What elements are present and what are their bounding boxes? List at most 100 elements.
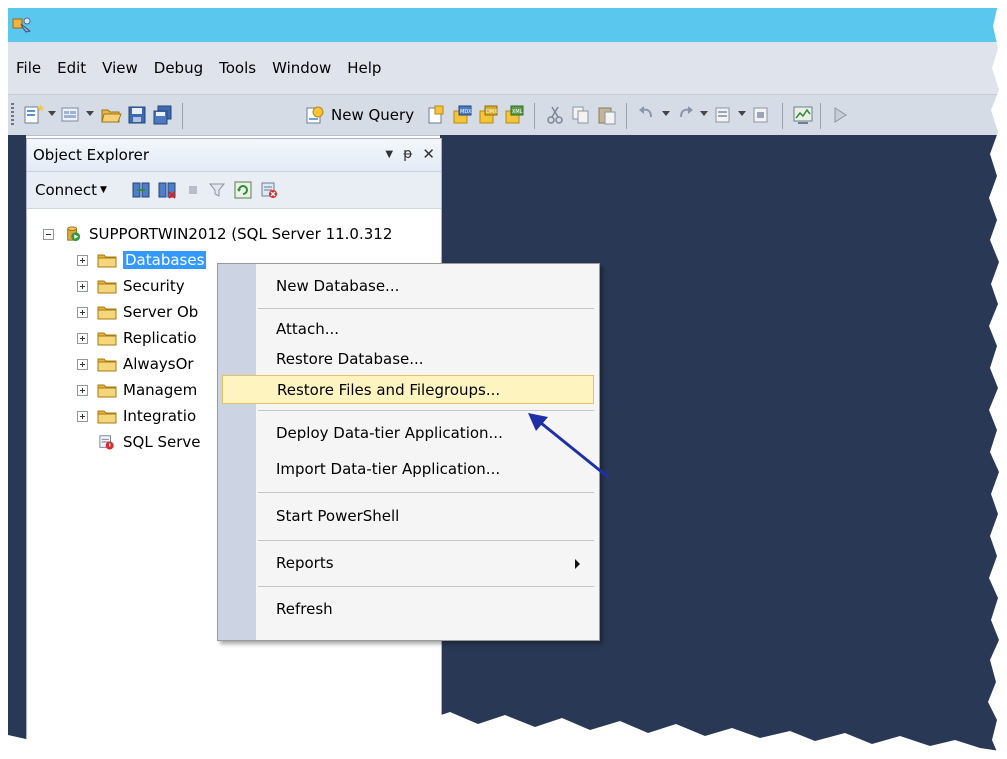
- save-all-icon[interactable]: [152, 104, 174, 126]
- dmx-query-icon[interactable]: DMX: [477, 104, 499, 126]
- new-query-button[interactable]: New Query: [304, 105, 414, 125]
- save-icon[interactable]: [126, 104, 148, 126]
- menu-bar: File Edit View Debug Tools Window Help: [8, 42, 1000, 94]
- cut-icon[interactable]: [544, 104, 566, 126]
- new-project-dropdown-icon[interactable]: [48, 111, 56, 116]
- disconnect-icon[interactable]: [157, 180, 177, 200]
- database-engine-query-icon[interactable]: [425, 104, 447, 126]
- undo-dropdown-icon[interactable]: [662, 111, 670, 116]
- menu-debug[interactable]: Debug: [146, 58, 211, 78]
- object-explorer-title: Object Explorer: [33, 146, 150, 164]
- svg-text:DMX: DMX: [486, 109, 498, 115]
- title-bar: [8, 8, 1000, 42]
- tree-node-security[interactable]: Security: [77, 274, 185, 298]
- security-label: Security: [123, 277, 185, 295]
- pin-icon[interactable]: ᵽ: [403, 146, 412, 162]
- toolbar-grip[interactable]: [11, 103, 14, 127]
- menu-item-new-database[interactable]: New Database...: [258, 272, 594, 301]
- collapse-icon[interactable]: [43, 228, 54, 240]
- tree-node-alwayson[interactable]: AlwaysOr: [77, 352, 194, 376]
- folder-icon: [97, 332, 117, 346]
- close-icon[interactable]: ✕: [422, 145, 435, 163]
- tree-node-integration[interactable]: Integratio: [77, 404, 196, 428]
- menu-item-attach[interactable]: Attach...: [258, 315, 594, 344]
- expand-icon[interactable]: [77, 384, 88, 396]
- menu-edit[interactable]: Edit: [49, 58, 94, 78]
- stop-icon[interactable]: [183, 180, 203, 200]
- toolbar-separator: [182, 103, 183, 129]
- toolbar-separator: [534, 103, 535, 129]
- xmla-query-icon[interactable]: XML: [503, 104, 525, 126]
- new-query-label: New Query: [331, 106, 415, 124]
- activity-monitor-icon[interactable]: [259, 180, 279, 200]
- menu-separator: [258, 586, 594, 587]
- tree-node-databases[interactable]: Databases: [77, 248, 207, 272]
- menu-item-start-powershell[interactable]: Start PowerShell: [258, 502, 594, 531]
- ssms-app-icon[interactable]: [12, 15, 32, 35]
- connect-label: Connect: [35, 181, 98, 199]
- refresh-icon[interactable]: [233, 180, 253, 200]
- expand-icon[interactable]: [77, 332, 88, 344]
- activity-monitor-icon[interactable]: [792, 104, 814, 126]
- server-icon: [67, 226, 81, 242]
- mdx-query-icon[interactable]: MDX: [451, 104, 473, 126]
- expand-icon[interactable]: [77, 254, 88, 266]
- menu-window[interactable]: Window: [264, 58, 339, 78]
- menu-separator: [258, 492, 594, 493]
- navigate-backward-icon[interactable]: [712, 104, 734, 126]
- undo-icon[interactable]: [636, 104, 658, 126]
- sql-server-agent-label: SQL Serve: [123, 433, 201, 451]
- execute-icon[interactable]: [830, 104, 852, 126]
- menu-help[interactable]: Help: [339, 58, 389, 78]
- tree-node-replication[interactable]: Replicatio: [77, 326, 197, 350]
- tree-node-sql-server-agent[interactable]: SQL Serve: [97, 430, 200, 454]
- open-file-icon[interactable]: [100, 104, 122, 126]
- window-position-dropdown-icon[interactable]: ▼: [385, 149, 393, 160]
- tree-node-server[interactable]: SUPPORTWIN2012 (SQL Server 11.0.312: [43, 222, 392, 246]
- menu-file[interactable]: File: [8, 58, 49, 78]
- folder-icon: [97, 306, 117, 320]
- copy-icon[interactable]: [570, 104, 592, 126]
- expand-icon[interactable]: [77, 280, 88, 292]
- redo-dropdown-icon[interactable]: [700, 111, 708, 116]
- menu-item-label: Start PowerShell: [276, 507, 400, 525]
- annotation-arrow-icon: [528, 413, 609, 479]
- expand-icon[interactable]: [77, 410, 88, 422]
- menu-separator: [258, 540, 594, 541]
- tree-node-server-objects[interactable]: Server Ob: [77, 300, 198, 324]
- expand-icon[interactable]: [77, 358, 88, 370]
- menu-item-label: Attach...: [276, 320, 340, 338]
- ssms-window: File Edit View Debug Tools Window Help N…: [0, 0, 1007, 759]
- menu-view[interactable]: View: [94, 58, 146, 78]
- connect-button[interactable]: Connect ▼: [35, 181, 107, 199]
- menu-item-restore-files-and-filegroups[interactable]: Restore Files and Filegroups...: [222, 375, 594, 404]
- menu-item-label: Restore Database...: [276, 350, 424, 368]
- toolbar-separator: [626, 103, 627, 129]
- filter-icon[interactable]: [207, 180, 227, 200]
- add-item-dropdown-icon[interactable]: [86, 111, 94, 116]
- menu-item-label: Reports: [276, 554, 334, 572]
- redo-icon[interactable]: [674, 104, 696, 126]
- object-explorer-toolbar: Connect ▼: [27, 172, 441, 209]
- menu-tools[interactable]: Tools: [211, 58, 264, 78]
- alwayson-label: AlwaysOr: [123, 355, 194, 373]
- paste-icon[interactable]: [596, 104, 618, 126]
- standard-toolbar: New Query MDX DMX XML: [8, 94, 1000, 136]
- menu-item-restore-database[interactable]: Restore Database...: [258, 345, 594, 374]
- connect-object-explorer-icon[interactable]: [131, 180, 151, 200]
- folder-icon: [97, 384, 117, 398]
- navigate-forward-icon[interactable]: [750, 104, 772, 126]
- new-query-icon: [306, 106, 324, 124]
- navigate-dropdown-icon[interactable]: [738, 111, 746, 116]
- svg-text:MDX: MDX: [460, 109, 472, 115]
- menu-item-label: Deploy Data-tier Application...: [276, 424, 503, 442]
- menu-item-refresh[interactable]: Refresh: [258, 595, 594, 624]
- tree-node-management[interactable]: Managem: [77, 378, 197, 402]
- expand-icon[interactable]: [77, 306, 88, 318]
- menu-item-label: Restore Files and Filegroups...: [277, 381, 501, 399]
- add-item-icon[interactable]: [60, 104, 82, 126]
- menu-item-reports[interactable]: Reports: [258, 549, 594, 578]
- server-name: SUPPORTWIN2012 (SQL Server 11.0.312: [89, 225, 393, 243]
- submenu-arrow-icon: [575, 559, 580, 569]
- new-project-icon[interactable]: [22, 104, 44, 126]
